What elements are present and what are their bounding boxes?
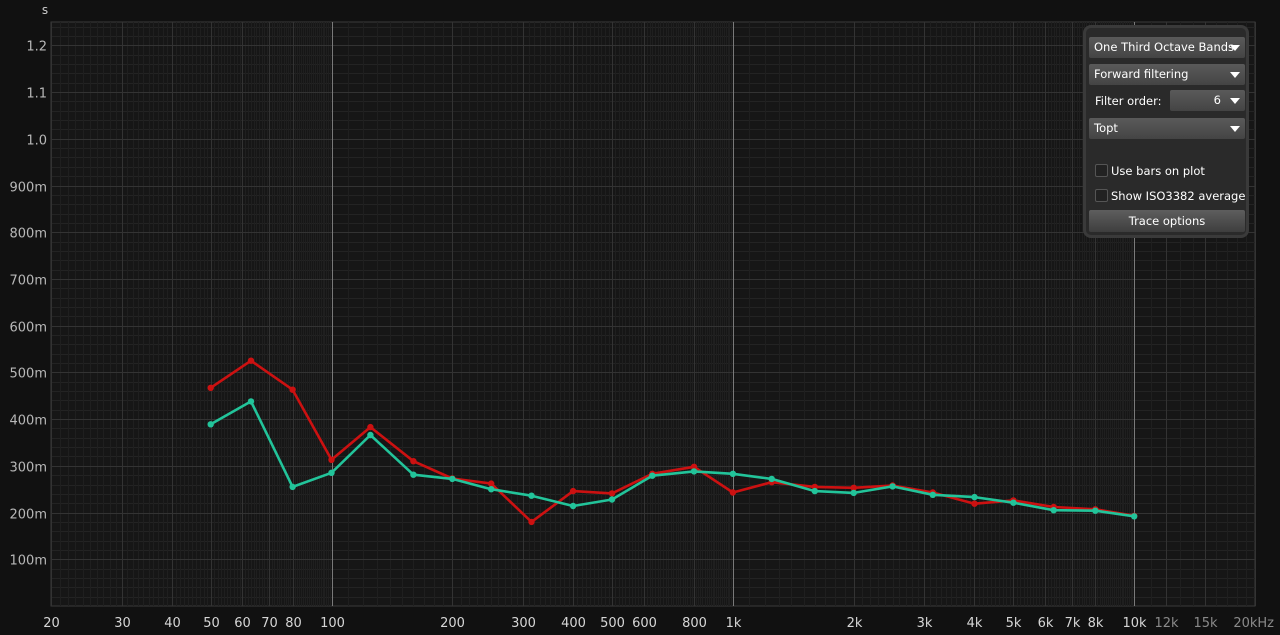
series-2-point bbox=[690, 468, 698, 475]
y-tick-label: 300m bbox=[10, 461, 47, 476]
x-tick-label: 80 bbox=[285, 616, 302, 631]
series-2-point bbox=[1010, 499, 1017, 506]
controls-panel: One Third Octave Bands Forward filtering… bbox=[1083, 25, 1249, 238]
series-2-point bbox=[1131, 513, 1138, 520]
x-tick-label: 50 bbox=[203, 616, 220, 631]
series-2-point bbox=[850, 489, 857, 497]
filter-order-dropdown[interactable]: 6 bbox=[1170, 90, 1245, 111]
x-tick-label: 10k bbox=[1122, 616, 1147, 631]
series-2-point bbox=[929, 491, 936, 498]
chevron-down-icon bbox=[1230, 98, 1240, 104]
x-tick-label: 800 bbox=[682, 616, 707, 631]
x-tick-label: 20kHz bbox=[1233, 616, 1274, 631]
y-tick-label: 1.0 bbox=[26, 134, 47, 149]
metric-dropdown[interactable]: Topt bbox=[1089, 118, 1245, 139]
chevron-down-icon bbox=[1230, 45, 1240, 51]
x-tick-label: 70 bbox=[261, 616, 278, 631]
chevron-down-icon bbox=[1230, 72, 1240, 78]
series-2-point bbox=[811, 487, 818, 495]
series-2-point bbox=[367, 431, 374, 439]
series-1-point bbox=[289, 386, 296, 393]
band-dropdown[interactable]: One Third Octave Bands bbox=[1089, 37, 1245, 58]
series-1-point bbox=[328, 456, 335, 463]
x-tick-label: 100 bbox=[320, 616, 345, 631]
series-1-point bbox=[207, 384, 214, 391]
filter-order-value: 6 bbox=[1213, 93, 1221, 107]
series-1-point bbox=[971, 500, 978, 507]
y-tick-label: 800m bbox=[10, 227, 47, 242]
y-tick-label: 400m bbox=[10, 414, 47, 429]
y-axis-unit-label: s bbox=[42, 3, 48, 17]
y-tick-label: 100m bbox=[10, 554, 47, 569]
x-tick-label: 15k bbox=[1193, 616, 1218, 631]
series-2-point bbox=[649, 472, 656, 479]
series-2-point bbox=[569, 502, 577, 510]
series-1-point bbox=[569, 487, 577, 495]
x-tick-label: 3k bbox=[917, 616, 933, 631]
x-tick-label: 40 bbox=[164, 616, 181, 631]
y-tick-label: 900m bbox=[10, 181, 47, 196]
series-1-point bbox=[528, 518, 535, 526]
series-2-point bbox=[1092, 507, 1099, 514]
series-2-point bbox=[247, 398, 255, 405]
use-bars-label: Use bars on plot bbox=[1111, 164, 1205, 178]
series-2-point bbox=[289, 483, 296, 491]
y-tick-label: 200m bbox=[10, 508, 47, 523]
series-1-point bbox=[608, 490, 616, 497]
trace-options-button[interactable]: Trace options bbox=[1089, 210, 1245, 232]
x-tick-label: 500 bbox=[600, 616, 625, 631]
y-tick-label: 600m bbox=[10, 321, 47, 336]
show-iso-label: Show ISO3382 average bbox=[1111, 189, 1246, 203]
filter-dropdown[interactable]: Forward filtering bbox=[1089, 64, 1245, 85]
y-tick-label: 500m bbox=[10, 367, 47, 382]
x-tick-label: 4k bbox=[967, 616, 983, 631]
x-tick-label: 60 bbox=[234, 616, 251, 631]
x-tick-label: 7k bbox=[1065, 616, 1081, 631]
series-2-point bbox=[328, 469, 335, 476]
series-2-point bbox=[528, 492, 535, 499]
x-tick-label: 30 bbox=[114, 616, 131, 631]
x-tick-label: 20 bbox=[43, 616, 60, 631]
series-2-point bbox=[608, 496, 616, 503]
series-2-point bbox=[889, 483, 896, 490]
series-1-point bbox=[410, 458, 417, 465]
series-2-point bbox=[449, 475, 456, 483]
series-2-point bbox=[488, 486, 495, 493]
x-tick-label: 2k bbox=[847, 616, 863, 631]
series-2-point bbox=[1050, 507, 1057, 514]
x-tick-label: 400 bbox=[561, 616, 586, 631]
use-bars-checkbox[interactable] bbox=[1095, 164, 1108, 177]
filter-dropdown-value: Forward filtering bbox=[1094, 67, 1189, 81]
series-2-point bbox=[410, 471, 417, 478]
series-1-point bbox=[367, 423, 374, 431]
x-tick-label: 6k bbox=[1038, 616, 1054, 631]
series-2-point bbox=[971, 493, 978, 501]
series-1-point bbox=[247, 357, 255, 364]
x-tick-label: 600 bbox=[632, 616, 657, 631]
band-dropdown-value: One Third Octave Bands bbox=[1094, 40, 1235, 54]
series-1-point bbox=[488, 480, 495, 487]
x-tick-label: 12k bbox=[1154, 616, 1179, 631]
filter-order-label: Filter order: bbox=[1095, 94, 1162, 108]
x-tick-label: 5k bbox=[1006, 616, 1022, 631]
x-tick-label: 200 bbox=[440, 616, 465, 631]
series-2-point bbox=[768, 475, 775, 483]
x-tick-label: 300 bbox=[511, 616, 536, 631]
series-1-point bbox=[729, 489, 737, 496]
metric-dropdown-value: Topt bbox=[1094, 121, 1118, 135]
y-tick-label: 700m bbox=[10, 274, 47, 289]
x-tick-label: 1k bbox=[726, 616, 742, 631]
y-tick-label: 1.2 bbox=[26, 40, 47, 55]
x-tick-label: 8k bbox=[1088, 616, 1104, 631]
show-iso-checkbox[interactable] bbox=[1095, 189, 1108, 202]
y-tick-label: 1.1 bbox=[26, 87, 47, 102]
chevron-down-icon bbox=[1230, 126, 1240, 132]
series-2-point bbox=[207, 421, 214, 428]
series-2-point bbox=[729, 470, 737, 477]
